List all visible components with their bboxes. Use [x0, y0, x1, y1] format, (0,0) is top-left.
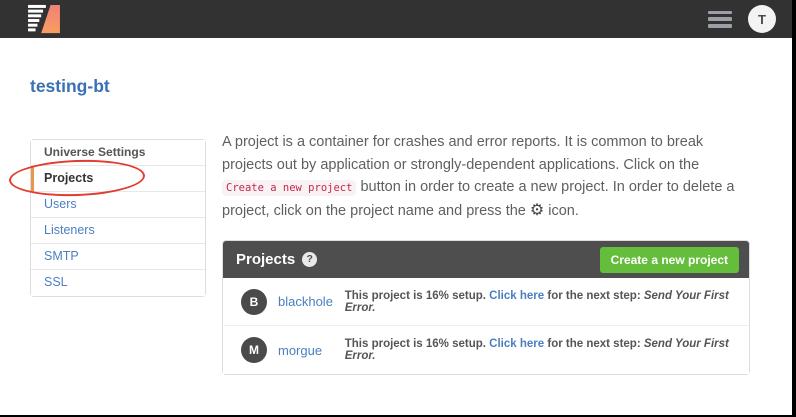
user-avatar[interactable]: T	[748, 5, 776, 33]
projects-intro-text: A project is a container for crashes and…	[222, 131, 754, 222]
settings-sidebar: Universe Settings Projects Users Listene…	[30, 139, 206, 297]
menu-icon[interactable]	[708, 11, 732, 28]
project-row: M morgue This project is 16% setup. Clic…	[223, 326, 749, 374]
setup-percent-text: This project is 16% setup.	[345, 338, 486, 350]
project-setup-status: This project is 16% setup. Click here fo…	[345, 290, 749, 314]
page-title: testing-bt	[30, 76, 110, 97]
sidebar-item-smtp[interactable]: SMTP	[31, 244, 205, 270]
click-here-link[interactable]: Click here	[489, 290, 544, 302]
projects-panel-title: Projects	[236, 251, 295, 268]
next-step-text: for the next step:	[547, 338, 640, 350]
backtrace-logo-icon[interactable]	[28, 4, 60, 34]
sidebar-item-users[interactable]: Users	[31, 192, 205, 218]
next-step-text: for the next step:	[547, 290, 640, 302]
intro-text-part3: icon.	[544, 203, 579, 219]
sidebar-item-listeners[interactable]: Listeners	[31, 218, 205, 244]
sidebar-item-projects[interactable]: Projects	[31, 166, 205, 192]
click-here-link[interactable]: Click here	[489, 338, 544, 350]
setup-percent-text: This project is 16% setup.	[345, 290, 486, 302]
create-project-button[interactable]: Create a new project	[600, 247, 739, 273]
app-window: T testing-bt Universe Settings Projects …	[0, 0, 796, 417]
intro-text-part1: A project is a container for crashes and…	[222, 134, 703, 173]
project-name-link[interactable]: morgue	[278, 343, 345, 358]
project-name-link[interactable]: blackhole	[278, 294, 345, 309]
project-setup-status: This project is 16% setup. Click here fo…	[345, 338, 749, 362]
gear-icon: ⚙	[530, 202, 544, 219]
help-icon[interactable]: ?	[302, 252, 317, 267]
create-project-code-snippet: Create a new project	[222, 180, 356, 196]
projects-panel: Projects ? Create a new project B blackh…	[222, 240, 750, 375]
projects-panel-header: Projects ? Create a new project	[223, 241, 749, 278]
sidebar-header: Universe Settings	[31, 140, 205, 166]
project-avatar: M	[241, 337, 267, 363]
project-avatar: B	[241, 289, 267, 315]
project-row: B blackhole This project is 16% setup. C…	[223, 278, 749, 326]
top-navbar: T	[0, 0, 792, 38]
sidebar-item-ssl[interactable]: SSL	[31, 270, 205, 296]
